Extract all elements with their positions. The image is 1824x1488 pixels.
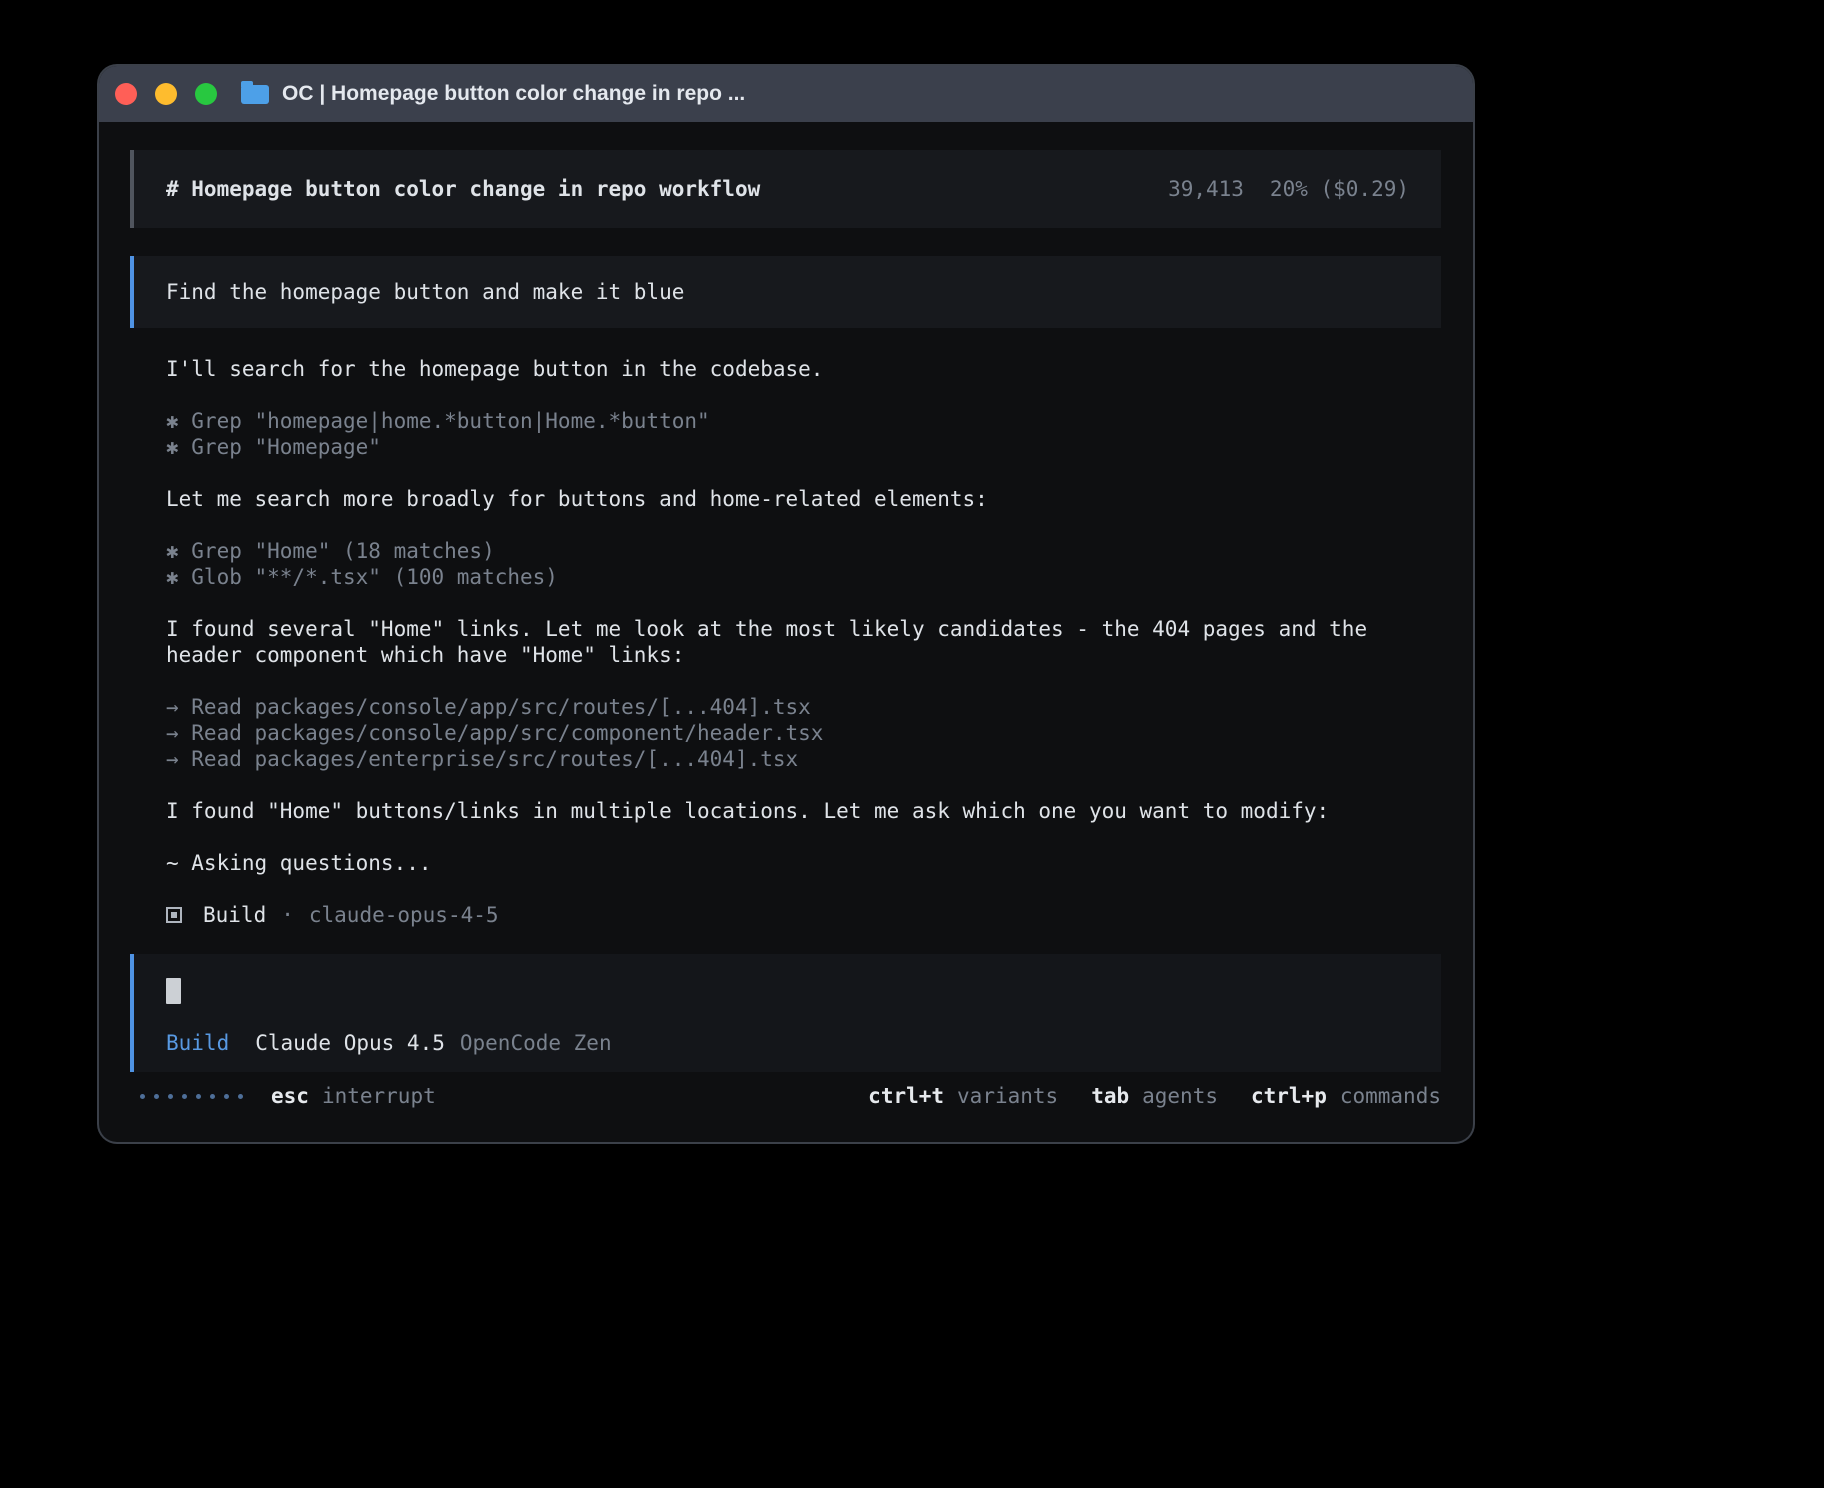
- traffic-lights: [115, 83, 217, 105]
- spinner-dot: [182, 1094, 187, 1099]
- tool-call-group: → Read packages/console/app/src/routes/[…: [166, 694, 1405, 772]
- spinner-dot: [224, 1094, 229, 1099]
- session-stats: 39,413 20% ($0.29): [1168, 176, 1409, 202]
- ctrl-t-key-hint: ctrl+t: [868, 1083, 944, 1109]
- agent-model: claude-opus-4-5: [309, 902, 499, 928]
- agent-name: Build: [203, 902, 266, 928]
- spinner-dot: [140, 1094, 145, 1099]
- asking-questions-status: ~ Asking questions...: [166, 850, 1405, 876]
- shortcut-hint-variants: ctrl+t variants: [868, 1083, 1058, 1109]
- tool-call-group: ✱ Grep "homepage|home.*button|Home.*butt…: [166, 408, 1405, 460]
- session-header: # Homepage button color change in repo w…: [130, 150, 1441, 228]
- assistant-message: I found several "Home" links. Let me loo…: [166, 616, 1405, 668]
- grep-tool-call: ✱ Grep "Home" (18 matches): [166, 538, 1405, 564]
- zoom-window-button[interactable]: [195, 83, 217, 105]
- desktop: { "window": { "title": "OC | Homepage bu…: [0, 0, 1824, 1488]
- read-file-tool-call: → Read packages/console/app/src/componen…: [166, 720, 1405, 746]
- ctrl-p-key-hint: ctrl+p: [1251, 1083, 1327, 1109]
- glob-tool-call: ✱ Glob "**/*.tsx" (100 matches): [166, 564, 1405, 590]
- status-bar-right: ctrl+t variants tab agents ctrl+p comman…: [868, 1083, 1441, 1109]
- conversation: I'll search for the homepage button in t…: [130, 356, 1441, 928]
- active-model-label: Claude Opus 4.5: [255, 1031, 445, 1055]
- read-file-tool-call: → Read packages/enterprise/src/routes/[.…: [166, 746, 1405, 772]
- assistant-message: I'll search for the homepage button in t…: [166, 356, 1405, 382]
- agent-build-icon: [166, 907, 182, 923]
- window-title: OC | Homepage button color change in rep…: [282, 82, 745, 106]
- spinner-dot: [238, 1094, 243, 1099]
- model-info-line: Build Claude Opus 4.5 OpenCode Zen: [166, 1030, 1409, 1056]
- user-message-text: Find the homepage button and make it blu…: [166, 280, 684, 304]
- terminal-content: # Homepage button color change in repo w…: [99, 122, 1473, 1109]
- shortcut-hint-commands: ctrl+p commands: [1251, 1083, 1441, 1109]
- context-usage: 20% ($0.29): [1270, 177, 1409, 201]
- tab-key-hint: tab: [1091, 1083, 1129, 1109]
- esc-key-label: interrupt: [322, 1083, 436, 1109]
- active-agent-label: Build: [166, 1031, 229, 1055]
- window-titlebar[interactable]: OC | Homepage button color change in rep…: [99, 66, 1473, 122]
- shortcut-hint-agents: tab agents: [1091, 1083, 1218, 1109]
- session-title: # Homepage button color change in repo w…: [166, 176, 760, 202]
- status-bar: esc interrupt ctrl+t variants tab agents…: [130, 1083, 1441, 1109]
- spinner-dot: [154, 1094, 159, 1099]
- folder-icon: [241, 85, 269, 104]
- tool-call-group: ✱ Grep "Home" (18 matches) ✱ Glob "**/*.…: [166, 538, 1405, 590]
- desktop-background: OC | Homepage button color change in rep…: [0, 0, 1824, 1488]
- esc-key-hint: esc: [271, 1083, 309, 1109]
- prompt-input[interactable]: Build Claude Opus 4.5 OpenCode Zen: [130, 954, 1441, 1072]
- model-provider-label: OpenCode Zen: [460, 1031, 612, 1055]
- progress-spinner-icon: [140, 1094, 243, 1099]
- agents-label: agents: [1142, 1083, 1218, 1109]
- spinner-dot: [210, 1094, 215, 1099]
- titlebar-title-group: OC | Homepage button color change in rep…: [241, 82, 745, 106]
- spinner-dot: [196, 1094, 201, 1099]
- text-cursor: [166, 978, 181, 1004]
- spinner-dot: [168, 1094, 173, 1099]
- agent-status-line: Build · claude-opus-4-5: [166, 902, 1405, 928]
- grep-tool-call: ✱ Grep "homepage|home.*button|Home.*butt…: [166, 408, 1405, 434]
- user-message: Find the homepage button and make it blu…: [130, 256, 1441, 328]
- terminal-window: OC | Homepage button color change in rep…: [99, 66, 1473, 1142]
- assistant-message: I found "Home" buttons/links in multiple…: [166, 798, 1405, 824]
- minimize-window-button[interactable]: [155, 83, 177, 105]
- commands-label: commands: [1340, 1083, 1441, 1109]
- variants-label: variants: [957, 1083, 1058, 1109]
- read-file-tool-call: → Read packages/console/app/src/routes/[…: [166, 694, 1405, 720]
- status-bar-left: esc interrupt: [130, 1083, 436, 1109]
- close-window-button[interactable]: [115, 83, 137, 105]
- token-count: 39,413: [1168, 177, 1244, 201]
- separator-dot: ·: [281, 902, 294, 928]
- grep-tool-call: ✱ Grep "Homepage": [166, 434, 1405, 460]
- assistant-message: Let me search more broadly for buttons a…: [166, 486, 1405, 512]
- prompt-input-line[interactable]: [166, 978, 1409, 1004]
